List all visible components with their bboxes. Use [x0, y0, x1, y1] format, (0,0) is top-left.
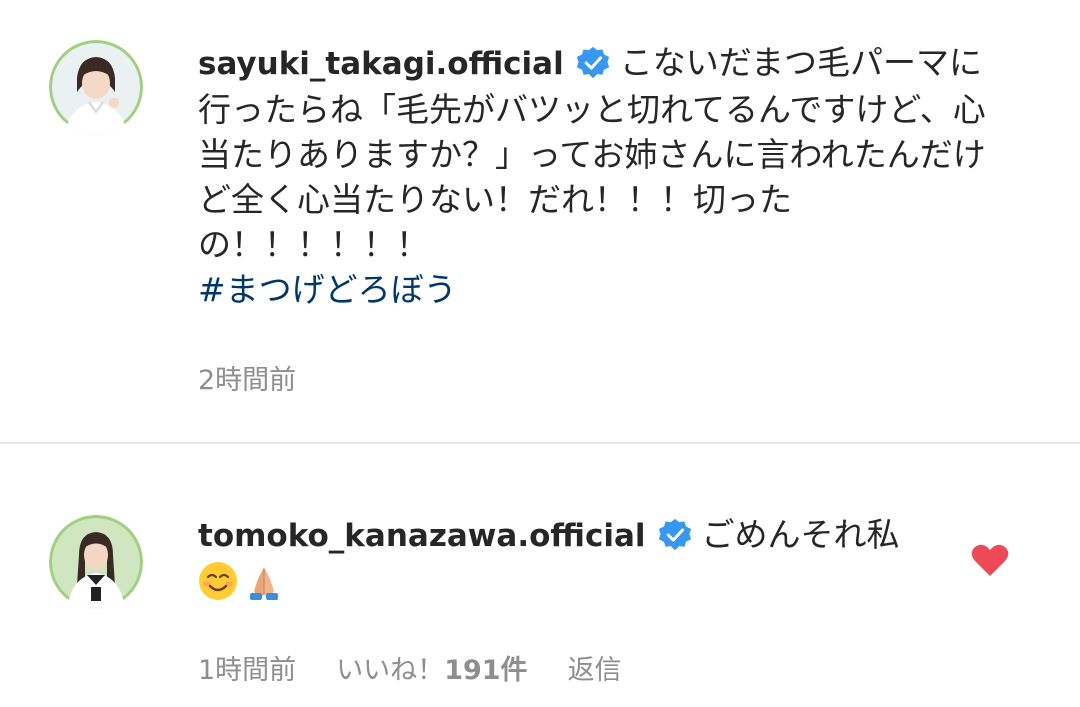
reply-meta: 1時間前 いいね！191件 返信	[198, 648, 662, 687]
likes-number: 191件	[444, 655, 528, 686]
reply-text-block: tomoko_kanazawa.official ごめんそれ私	[198, 512, 938, 604]
reply-timestamp: 1時間前	[198, 655, 297, 686]
comments-screen: sayuki_takagi.official こないだまつ毛パーマに行ったらね「…	[0, 0, 1080, 707]
likes-count[interactable]: いいね！191件	[336, 655, 527, 686]
avatar[interactable]	[49, 515, 143, 609]
caption-meta: 2時間前	[198, 358, 336, 397]
caption-text-block: sayuki_takagi.official こないだまつ毛パーマに行ったらね「…	[198, 40, 998, 312]
profile-photo-icon	[49, 40, 143, 134]
smiling-face-emoji-icon	[199, 562, 237, 600]
reply-button[interactable]: 返信	[568, 655, 622, 686]
caption-comment: sayuki_takagi.official こないだまつ毛パーマに行ったらね「…	[0, 0, 1080, 440]
heart-icon[interactable]	[971, 543, 1009, 577]
verified-badge-icon	[576, 46, 609, 79]
verified-badge-icon	[658, 518, 691, 551]
profile-photo-icon	[49, 515, 143, 609]
avatar[interactable]	[49, 40, 143, 134]
caption-body: sayuki_takagi.official こないだまつ毛パーマに行ったらね「…	[198, 40, 998, 312]
divider	[0, 442, 1080, 444]
post-timestamp: 2時間前	[198, 365, 297, 396]
likes-label: いいね！	[336, 655, 445, 686]
reply-username[interactable]: tomoko_kanazawa.official	[198, 518, 646, 554]
folded-hands-emoji-icon	[250, 567, 278, 600]
reply-body: tomoko_kanazawa.official ごめんそれ私	[198, 512, 938, 604]
hashtag-link[interactable]: #まつげどろぼう	[198, 267, 998, 312]
reply-text: ごめんそれ私	[701, 515, 900, 554]
post-username[interactable]: sayuki_takagi.official	[198, 46, 564, 82]
